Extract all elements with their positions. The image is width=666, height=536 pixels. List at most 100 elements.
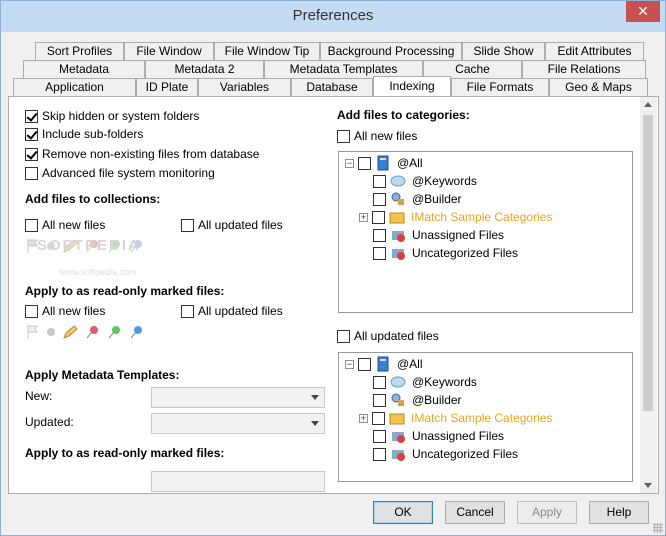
tab-database[interactable]: Database <box>291 78 373 96</box>
checkbox-box[interactable] <box>373 429 386 443</box>
tab-background-processing[interactable]: Background Processing <box>320 42 462 60</box>
tree-node-label: IMatch Sample Categories <box>411 411 553 425</box>
checkbox-box[interactable] <box>358 156 371 170</box>
checkbox-box <box>337 129 350 143</box>
category-tree-new[interactable]: − @All @Keywords @Builder + IMatch Sampl… <box>338 151 633 313</box>
include-subfolders-label: Include sub-folders <box>42 127 144 141</box>
tree-node-label: @Keywords <box>412 375 477 389</box>
tree-node-label: @Builder <box>412 192 462 206</box>
readonly-all-updated-checkbox[interactable]: All updated files <box>181 304 283 318</box>
checkbox-box[interactable] <box>372 210 385 224</box>
indexing-panel: Skip hidden or system folders Include su… <box>8 96 659 494</box>
new-template-select[interactable] <box>151 387 325 408</box>
tab-file-window[interactable]: File Window <box>124 42 214 60</box>
scrollbar-thumb[interactable] <box>643 115 653 411</box>
remove-nonexisting-label: Remove non-existing files from database <box>42 147 260 161</box>
unassigned-icon <box>390 428 406 444</box>
tree-node-label: @Keywords <box>412 174 477 188</box>
keywords-icon <box>390 173 406 189</box>
collections-all-updated-label: All updated files <box>198 218 283 232</box>
checkbox-box[interactable] <box>372 411 385 425</box>
tab-edit-attributes[interactable]: Edit Attributes <box>545 42 644 60</box>
tree-node-unassigned[interactable]: Unassigned Files <box>373 427 504 445</box>
apply-button[interactable]: Apply <box>517 501 577 524</box>
tree-node-imatch-sample[interactable]: + IMatch Sample Categories <box>359 409 552 427</box>
readonly-heading: Apply to as read-only marked files: <box>25 284 225 298</box>
collapse-icon[interactable]: − <box>345 359 354 369</box>
tab-file-formats[interactable]: File Formats <box>451 78 549 96</box>
checkbox-box[interactable] <box>358 357 371 371</box>
readonly-all-new-checkbox[interactable]: All new files <box>25 304 105 318</box>
readonly-template-select[interactable] <box>151 471 325 492</box>
advanced-monitoring-label: Advanced file system monitoring <box>42 166 215 180</box>
tab-slide-show[interactable]: Slide Show <box>462 42 545 60</box>
pencil-icon <box>63 325 78 339</box>
tab-application[interactable]: Application <box>13 78 136 96</box>
expand-icon[interactable]: + <box>359 413 368 423</box>
skip-hidden-checkbox[interactable]: Skip hidden or system folders <box>25 109 199 123</box>
checkbox-box <box>181 304 194 318</box>
tree-node-label: Uncategorized Files <box>412 447 519 461</box>
categories-all-new-checkbox[interactable]: All new files <box>337 129 417 143</box>
categories-all-updated-checkbox[interactable]: All updated files <box>337 329 439 343</box>
cancel-button[interactable]: Cancel <box>445 501 505 524</box>
tree-node-label: @Builder <box>412 393 462 407</box>
database-icon <box>375 356 391 372</box>
collapse-icon[interactable]: − <box>345 158 354 168</box>
tree-node-uncategorized[interactable]: Uncategorized Files <box>373 445 518 463</box>
tab-metadata-2[interactable]: Metadata 2 <box>145 60 264 78</box>
dot-icon <box>47 328 55 336</box>
ok-button[interactable]: OK <box>373 501 433 524</box>
tree-node-builder[interactable]: @Builder <box>373 190 462 208</box>
category-tree-updated[interactable]: − @All @Keywords @Builder + IMatch Sampl… <box>338 352 633 482</box>
expand-icon[interactable]: + <box>359 212 368 222</box>
checkbox-box <box>181 218 194 232</box>
unassigned-icon <box>390 227 406 243</box>
tab-metadata[interactable]: Metadata <box>23 60 145 78</box>
categories-all-updated-label: All updated files <box>354 329 439 343</box>
checkbox-box[interactable] <box>373 393 386 407</box>
checkbox-box[interactable] <box>373 375 386 389</box>
tree-node-all[interactable]: − @All <box>345 154 423 172</box>
tab-id-plate[interactable]: ID Plate <box>136 78 198 96</box>
checkbox-box[interactable] <box>373 192 386 206</box>
tab-file-window-tip[interactable]: File Window Tip <box>214 42 320 60</box>
tree-node-keywords[interactable]: @Keywords <box>373 172 477 190</box>
tree-node-label: Unassigned Files <box>412 429 505 443</box>
checkbox-box <box>25 166 38 180</box>
collections-all-new-label: All new files <box>42 218 106 232</box>
scroll-up-icon[interactable] <box>644 102 652 107</box>
panel-scrollbar[interactable] <box>640 97 657 493</box>
tab-variables[interactable]: Variables <box>198 78 291 96</box>
tree-node-unassigned[interactable]: Unassigned Files <box>373 226 504 244</box>
tree-node-all[interactable]: − @All <box>345 355 423 373</box>
checkbox-box[interactable] <box>373 228 386 242</box>
close-button[interactable]: ✕ <box>626 1 660 22</box>
tab-indexing[interactable]: Indexing <box>373 76 451 96</box>
scroll-down-icon[interactable] <box>644 483 652 488</box>
tab-sort-profiles[interactable]: Sort Profiles <box>35 42 124 60</box>
resize-grip[interactable] <box>653 523 663 533</box>
include-subfolders-checkbox[interactable]: Include sub-folders <box>25 127 143 141</box>
checkbox-box[interactable] <box>373 246 386 260</box>
tree-node-imatch-sample[interactable]: + IMatch Sample Categories <box>359 208 552 226</box>
checkbox-box[interactable] <box>373 174 386 188</box>
watermark-url: www.softpedia.com <box>59 267 137 277</box>
tab-geo-maps[interactable]: Geo & Maps <box>549 78 648 96</box>
tree-node-label: Unassigned Files <box>412 228 505 242</box>
updated-template-select[interactable] <box>151 413 325 434</box>
tree-node-builder[interactable]: @Builder <box>373 391 462 409</box>
checkbox-box <box>25 147 38 161</box>
help-button[interactable]: Help <box>589 501 649 524</box>
templates-heading: Apply Metadata Templates: <box>25 368 180 382</box>
checkbox-box[interactable] <box>373 447 386 461</box>
tree-node-keywords[interactable]: @Keywords <box>373 373 477 391</box>
collections-all-new-checkbox[interactable]: All new files <box>25 218 105 232</box>
tree-node-uncategorized[interactable]: Uncategorized Files <box>373 244 518 262</box>
builder-icon <box>390 191 406 207</box>
readonly-all-new-label: All new files <box>42 304 106 318</box>
tab-file-relations[interactable]: File Relations <box>522 60 646 78</box>
remove-nonexisting-checkbox[interactable]: Remove non-existing files from database <box>25 147 259 161</box>
collections-all-updated-checkbox[interactable]: All updated files <box>181 218 283 232</box>
advanced-monitoring-checkbox[interactable]: Advanced file system monitoring <box>25 166 215 180</box>
